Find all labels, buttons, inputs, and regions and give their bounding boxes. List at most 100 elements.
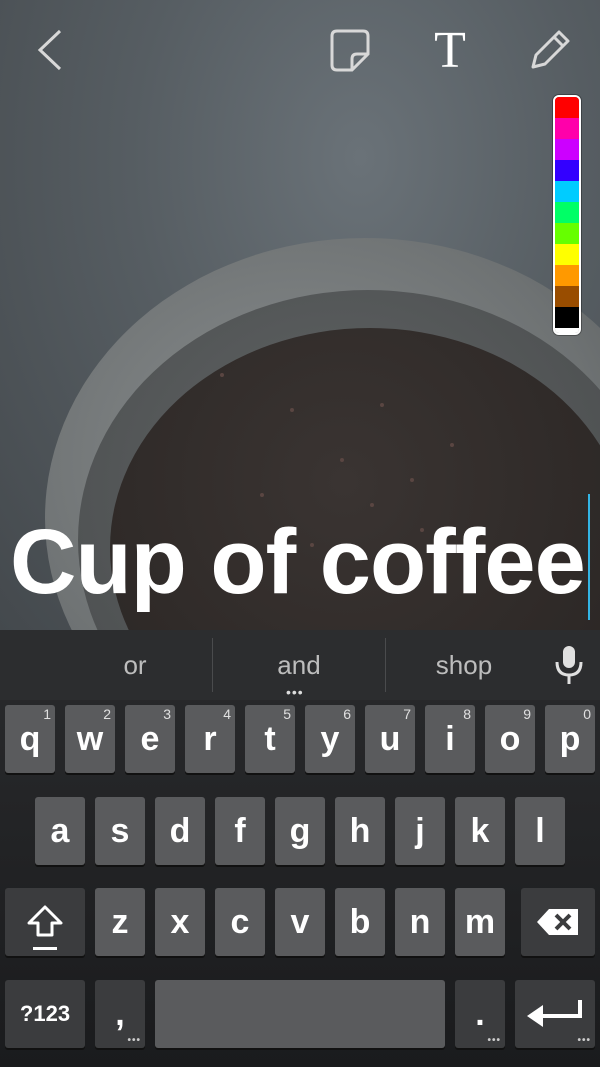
key-l[interactable]: l (515, 797, 565, 865)
voice-input-button[interactable] (552, 644, 586, 691)
color-swatch[interactable] (555, 328, 579, 333)
key-number-hint: 9 (523, 706, 531, 722)
microphone-icon (555, 646, 583, 684)
key-v[interactable]: v (275, 888, 325, 956)
key-h[interactable]: h (335, 797, 385, 865)
key-k[interactable]: k (455, 797, 505, 865)
enter-icon (527, 1000, 582, 1027)
key-u[interactable]: u7 (365, 705, 415, 773)
key-number-hint: 8 (463, 706, 471, 722)
key-m[interactable]: m (455, 888, 505, 956)
key-d[interactable]: d (155, 797, 205, 865)
key-number-hint: 1 (43, 706, 51, 722)
key-number-hint: 0 (583, 706, 591, 722)
shift-key[interactable] (5, 888, 85, 956)
text-tool-button[interactable]: T (422, 22, 478, 79)
key-label: t (264, 719, 276, 758)
key-label: p (559, 719, 581, 758)
suggestion-strip: or and ••• shop (0, 630, 600, 700)
sticker-icon (330, 29, 370, 72)
draw-button[interactable] (522, 22, 578, 78)
color-swatch[interactable] (555, 286, 579, 307)
key-label: r (203, 719, 217, 758)
key-number-hint: 7 (403, 706, 411, 722)
key-label: g (289, 811, 311, 850)
color-picker[interactable] (553, 95, 581, 335)
key-label: x (170, 902, 190, 941)
key-label: u (379, 719, 401, 758)
enter-key[interactable]: ••• (515, 980, 595, 1048)
key-f[interactable]: f (215, 797, 265, 865)
key-x[interactable]: x (155, 888, 205, 956)
key-i[interactable]: i8 (425, 705, 475, 773)
key-a[interactable]: a (35, 797, 85, 865)
comma-key-label: , (115, 994, 125, 1033)
caption-text[interactable]: Cup of coffee (10, 510, 600, 615)
key-number-hint: 2 (103, 706, 111, 722)
suggestion-item[interactable]: shop (386, 630, 542, 700)
key-c[interactable]: c (215, 888, 265, 956)
key-label: v (290, 902, 310, 941)
key-j[interactable]: j (395, 797, 445, 865)
key-q[interactable]: q1 (5, 705, 55, 773)
key-label: y (320, 719, 340, 758)
color-swatch[interactable] (555, 265, 579, 286)
suggestion-item[interactable]: or (50, 630, 220, 700)
key-p[interactable]: p0 (545, 705, 595, 773)
key-label: b (349, 902, 371, 941)
sticker-button[interactable] (322, 22, 378, 78)
color-swatch[interactable] (555, 118, 579, 139)
color-swatch[interactable] (555, 181, 579, 202)
space-key[interactable] (155, 980, 445, 1048)
key-label: w (76, 719, 104, 758)
comma-key[interactable]: , ••• (95, 980, 145, 1048)
color-swatch[interactable] (555, 97, 579, 118)
key-b[interactable]: b (335, 888, 385, 956)
period-key-label: . (475, 994, 485, 1033)
key-label: m (464, 902, 496, 941)
key-z[interactable]: z (95, 888, 145, 956)
key-label: z (111, 902, 129, 941)
color-swatch[interactable] (555, 223, 579, 244)
key-s[interactable]: s (95, 797, 145, 865)
key-label: l (535, 811, 545, 850)
key-o[interactable]: o9 (485, 705, 535, 773)
key-label: k (470, 811, 490, 850)
key-w[interactable]: w2 (65, 705, 115, 773)
key-label: c (230, 902, 250, 941)
pencil-icon (531, 30, 570, 69)
color-swatch[interactable] (555, 202, 579, 223)
key-label: f (234, 811, 246, 850)
key-label: h (349, 811, 371, 850)
key-number-hint: 6 (343, 706, 351, 722)
color-swatch[interactable] (555, 160, 579, 181)
key-number-hint: 3 (163, 706, 171, 722)
key-r[interactable]: r4 (185, 705, 235, 773)
key-label: i (445, 719, 455, 758)
back-button[interactable] (22, 22, 78, 78)
color-swatch[interactable] (555, 307, 579, 328)
key-label: d (169, 811, 191, 850)
backspace-key[interactable] (521, 888, 595, 956)
key-label: j (415, 811, 425, 850)
key-e[interactable]: e3 (125, 705, 175, 773)
key-n[interactable]: n (395, 888, 445, 956)
key-label: e (140, 719, 160, 758)
key-label: a (50, 811, 70, 850)
period-key[interactable]: . ••• (455, 980, 505, 1048)
symbols-key[interactable]: ?123 (5, 980, 85, 1048)
key-label: s (110, 811, 130, 850)
toolbar: T (0, 0, 600, 100)
key-label: n (409, 902, 431, 941)
key-t[interactable]: t5 (245, 705, 295, 773)
color-swatch[interactable] (555, 139, 579, 160)
key-number-hint: 4 (223, 706, 231, 722)
text-cursor (588, 494, 590, 620)
more-suggestions-dots: ••• (286, 684, 304, 700)
backspace-icon (537, 909, 578, 935)
key-y[interactable]: y6 (305, 705, 355, 773)
chevron-left-icon (37, 29, 62, 71)
key-label: o (499, 719, 521, 758)
color-swatch[interactable] (555, 244, 579, 265)
key-g[interactable]: g (275, 797, 325, 865)
